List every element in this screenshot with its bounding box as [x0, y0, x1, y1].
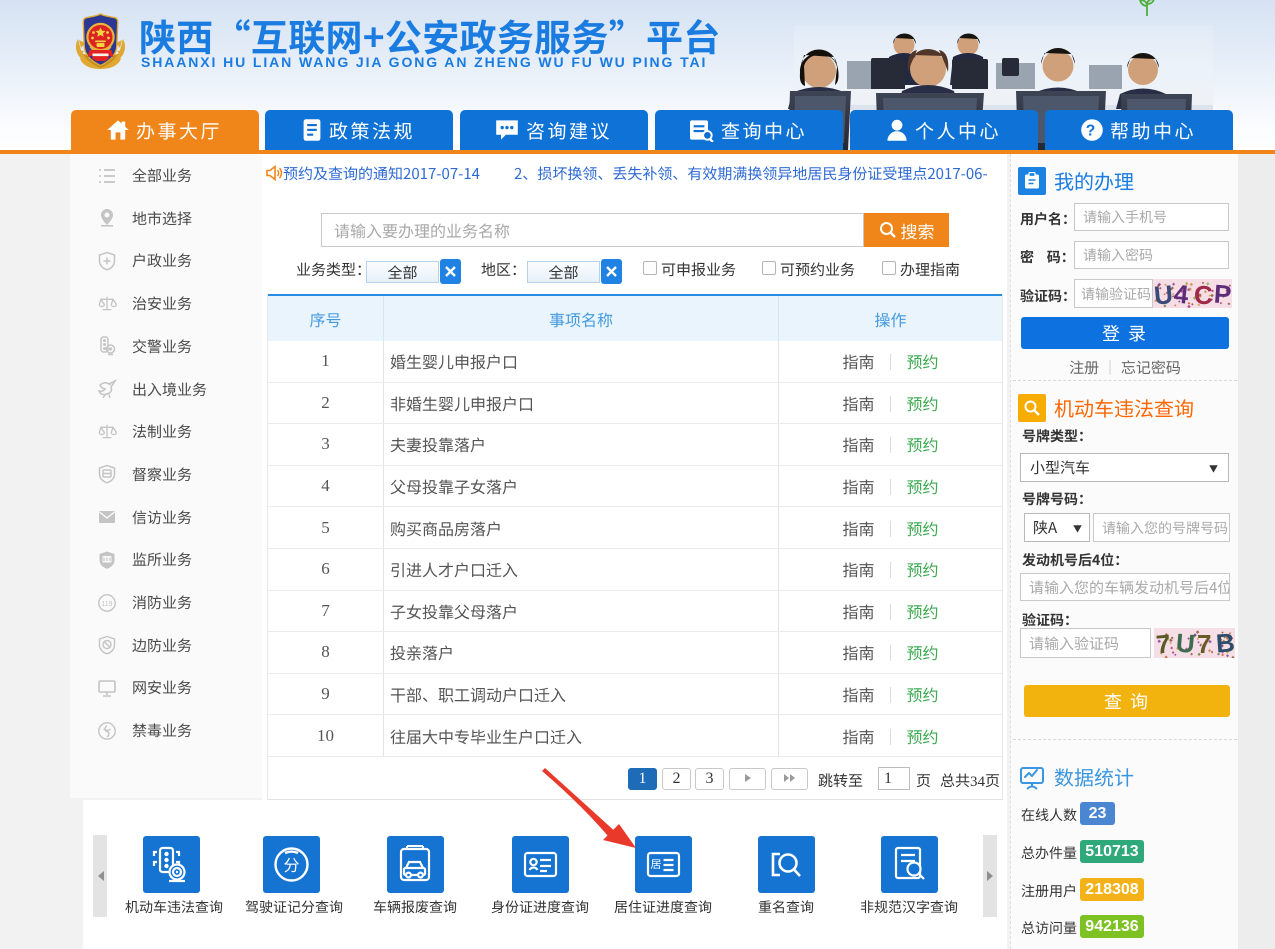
svg-text:?: ? — [1086, 122, 1099, 139]
svg-text:B: B — [1215, 628, 1235, 658]
svg-text:分: 分 — [283, 852, 299, 876]
svg-text:7: 7 — [1197, 629, 1211, 658]
svg-text:居: 居 — [650, 856, 661, 872]
svg-text:U: U — [1175, 628, 1196, 658]
svg-text:U: U — [1153, 279, 1174, 308]
svg-text:C: C — [1194, 280, 1213, 308]
svg-text:119: 119 — [101, 601, 112, 608]
svg-text:7: 7 — [1155, 628, 1172, 658]
svg-text:P: P — [1213, 279, 1232, 308]
